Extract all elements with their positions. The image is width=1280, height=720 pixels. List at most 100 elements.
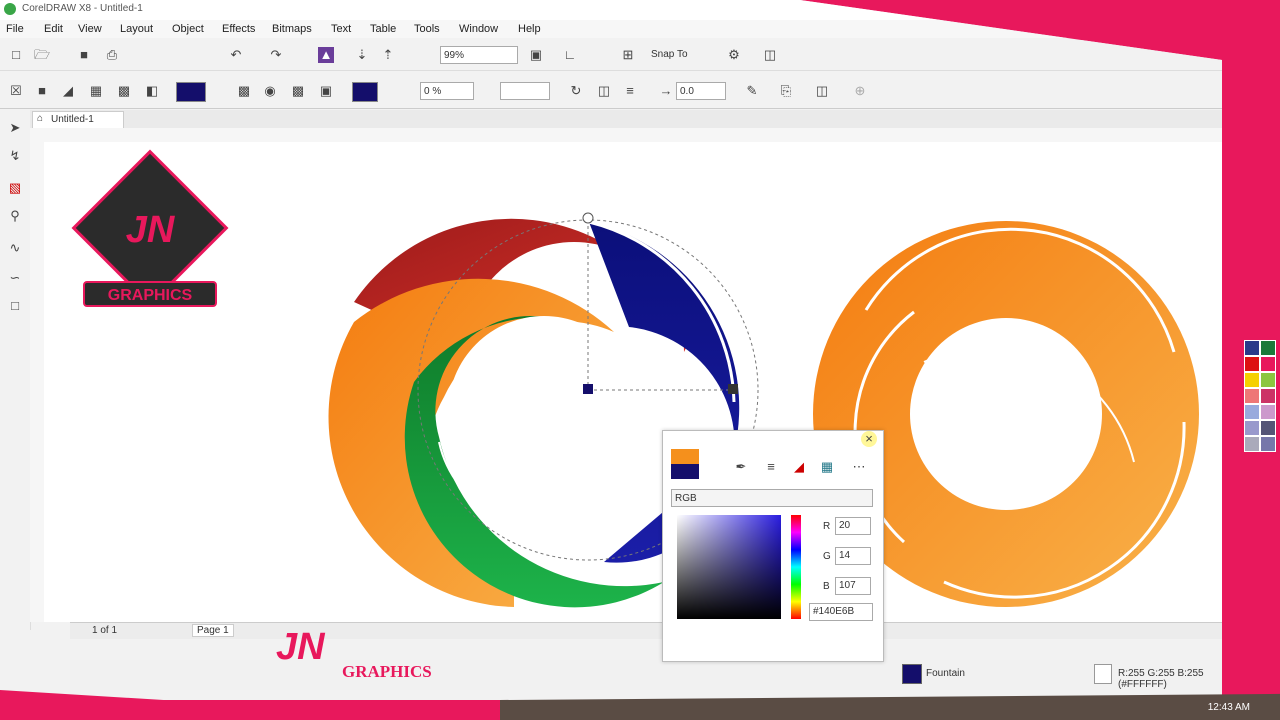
palette-icon[interactable]: ▦ [819, 459, 835, 475]
transparency-icon[interactable]: ◫ [814, 83, 830, 99]
redo-icon[interactable]: ↷ [268, 47, 284, 63]
swatch[interactable] [1244, 372, 1260, 388]
rotate-handle[interactable] [582, 212, 594, 224]
more-icon[interactable]: ⋯ [851, 459, 867, 475]
swatch[interactable] [1244, 388, 1260, 404]
zoom-fit-icon[interactable]: ▣ [528, 47, 544, 63]
center-handle[interactable] [583, 384, 593, 394]
color-field[interactable] [677, 515, 781, 619]
menu-window[interactable]: Window [459, 23, 498, 35]
fountain-fill-icon[interactable]: ◢ [60, 83, 76, 99]
elliptical-fountain-icon[interactable]: ◉ [262, 83, 278, 99]
drawing-canvas[interactable]: JN GRAPHICS [44, 142, 1222, 622]
menu-object[interactable]: Object [172, 23, 204, 35]
new-icon[interactable]: □ [8, 47, 24, 63]
position-field[interactable] [500, 82, 550, 100]
corel-connect-icon[interactable]: ▲ [318, 47, 334, 63]
ring-hole [448, 316, 640, 508]
swatch[interactable] [1244, 356, 1260, 372]
hex-field[interactable]: #140E6B [809, 603, 873, 621]
menu-table[interactable]: Table [370, 23, 396, 35]
undo-icon[interactable]: ↶ [228, 47, 244, 63]
import-icon[interactable]: ⇣ [354, 47, 370, 63]
node-color-swatch[interactable] [352, 82, 378, 102]
fill-color-swatch[interactable] [176, 82, 206, 102]
color-palette [1244, 340, 1280, 620]
menu-help[interactable]: Help [518, 23, 541, 35]
window-title: CorelDRAW X8 - Untitled-1 [22, 3, 143, 14]
standard-toolbar: □ 🗁 ■ ⎙ ↶ ↷ ▲ ⇣ ⇡ 99% ▣ ∟ ⊞ Snap To ⚙ ◫ [0, 40, 1222, 71]
swatch[interactable] [1244, 340, 1260, 356]
menu-tools[interactable]: Tools [414, 23, 440, 35]
bitmap-pattern-icon[interactable]: ▩ [116, 83, 132, 99]
save-icon[interactable]: ■ [76, 47, 92, 63]
end-handle[interactable] [728, 384, 738, 394]
b-label: B [823, 581, 830, 592]
rulers-icon[interactable]: ∟ [562, 47, 578, 63]
color-model-select[interactable]: RGB [671, 489, 873, 507]
crop-tool-icon[interactable]: ▧ [7, 180, 23, 196]
logo-graphics-text: GRAPHICS [108, 287, 193, 304]
snap-to-dropdown[interactable]: Snap To [648, 46, 710, 64]
g-field[interactable]: 14 [835, 547, 871, 565]
menu-layout[interactable]: Layout [120, 23, 153, 35]
menu-text[interactable]: Text [331, 23, 351, 35]
zoom-tool-icon[interactable]: ⚲ [7, 208, 23, 224]
copy-fill-icon[interactable]: ⎘ [778, 83, 794, 99]
swatch[interactable] [1260, 436, 1276, 452]
freehand-tool-icon[interactable]: ∿ [7, 240, 23, 256]
pick-tool-icon[interactable]: ➤ [7, 120, 23, 136]
linear-fountain-icon[interactable]: ▩ [236, 83, 252, 99]
b-field[interactable]: 107 [835, 577, 871, 595]
zoom-level-field[interactable]: 99% [440, 46, 518, 64]
swatch[interactable] [1244, 420, 1260, 436]
hue-slider[interactable] [791, 515, 801, 619]
gear-icon[interactable]: ⚙ [726, 47, 742, 63]
guides-icon[interactable]: ⊞ [620, 47, 636, 63]
r-field[interactable]: 20 [835, 517, 871, 535]
menu-effects[interactable]: Effects [222, 23, 255, 35]
artwork-svg: JN GRAPHICS [71, 149, 1199, 608]
menu-view[interactable]: View [78, 23, 102, 35]
angle-field[interactable]: 0.0 [676, 82, 726, 100]
swatch[interactable] [1260, 388, 1276, 404]
artistic-media-icon[interactable]: ∽ [7, 270, 23, 286]
opacity-field[interactable]: 0 % [420, 82, 474, 100]
swatch[interactable] [1244, 436, 1260, 452]
conical-fountain-icon[interactable]: ▩ [290, 83, 306, 99]
document-tab[interactable]: ⌂ Untitled-1 [32, 111, 124, 129]
reverse-fill-icon[interactable]: ↻ [568, 83, 584, 99]
eyedropper-icon[interactable]: ✒ [733, 459, 749, 475]
menu-file[interactable]: File [6, 23, 24, 35]
menu-bitmaps[interactable]: Bitmaps [272, 23, 312, 35]
rectangular-fountain-icon[interactable]: ▣ [318, 83, 334, 99]
toolbox: ➤ ↯ ▧ ⚲ ∿ ∽ □ [0, 110, 31, 630]
vector-pattern-icon[interactable]: ▦ [88, 83, 104, 99]
bottom-logo-jn: JN [276, 626, 325, 668]
edit-fill-icon[interactable]: ✎ [744, 83, 760, 99]
sliders-icon[interactable]: ≡ [763, 459, 779, 475]
swatch[interactable] [1244, 404, 1260, 420]
uniform-fill-icon[interactable]: ■ [34, 83, 50, 99]
export-icon[interactable]: ⇡ [380, 47, 396, 63]
menu-edit[interactable]: Edit [44, 23, 63, 35]
swatch[interactable] [1260, 372, 1276, 388]
swatch[interactable] [1260, 356, 1276, 372]
close-icon[interactable]: × [861, 431, 877, 447]
add-icon[interactable]: ⊕ [852, 83, 868, 99]
launch-icon[interactable]: ◫ [762, 47, 778, 63]
swatch[interactable] [1260, 404, 1276, 420]
blend-icon[interactable]: ◫ [596, 83, 612, 99]
swatch[interactable] [1260, 420, 1276, 436]
page-tab[interactable]: Page 1 [192, 624, 234, 637]
no-fill-icon[interactable]: ☒ [8, 83, 24, 99]
align-icon[interactable]: ≡ [622, 83, 638, 99]
document-tab-label: Untitled-1 [51, 114, 94, 125]
shape-tool-icon[interactable]: ↯ [7, 148, 23, 164]
postscript-fill-icon[interactable]: ◧ [144, 83, 160, 99]
color-viewer-icon[interactable]: ◢ [791, 459, 807, 475]
print-icon[interactable]: ⎙ [104, 47, 120, 63]
swatch[interactable] [1260, 340, 1276, 356]
open-icon[interactable]: 🗁 [34, 47, 50, 63]
rectangle-tool-icon[interactable]: □ [7, 298, 23, 314]
